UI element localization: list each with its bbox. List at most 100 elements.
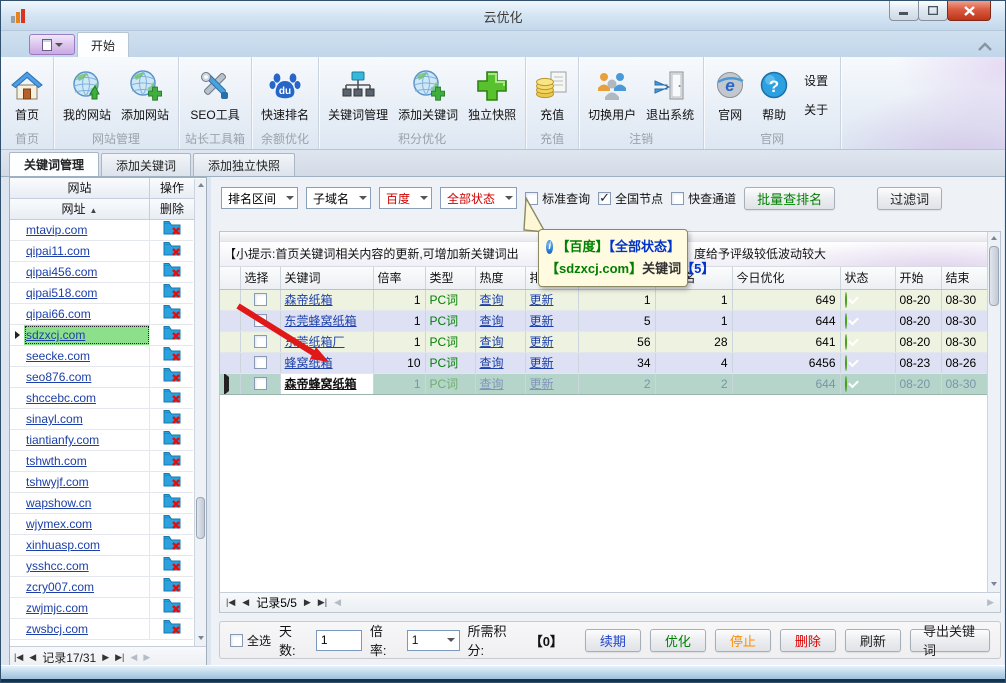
- delete-site-button[interactable]: [150, 283, 193, 303]
- row-checkbox[interactable]: [254, 335, 267, 348]
- ribbon-button-关于[interactable]: 关于: [800, 100, 832, 119]
- column-header-热度[interactable]: 热度: [475, 267, 525, 289]
- scroll-down-icon[interactable]: [991, 582, 997, 586]
- site-row[interactable]: mtavip.com: [10, 220, 193, 241]
- filter-dropdown-子域名[interactable]: 子域名: [306, 187, 371, 209]
- row-checkbox[interactable]: [254, 293, 267, 306]
- action-button-刷新[interactable]: 刷新: [845, 629, 901, 652]
- action-button-优化[interactable]: 优化: [650, 629, 706, 652]
- collapse-ribbon-chevron-icon[interactable]: [977, 39, 993, 57]
- site-link[interactable]: qipai456.com: [26, 265, 97, 279]
- pager-last-button[interactable]: ▶|: [115, 652, 124, 663]
- keyword-link[interactable]: 蜂窝纸箱: [285, 356, 333, 370]
- operation-column-header[interactable]: 操作: [150, 178, 194, 198]
- keyword-link[interactable]: 东莞蜂窝纸箱: [285, 314, 357, 328]
- keyword-link[interactable]: 东莞纸箱厂: [285, 335, 345, 349]
- hscroll-left-icon[interactable]: ◀: [130, 652, 137, 663]
- delete-site-button[interactable]: [150, 367, 193, 387]
- hscroll-right-icon[interactable]: ▶: [143, 652, 150, 663]
- delete-site-button[interactable]: [150, 598, 193, 618]
- filter-checkbox-快查通道[interactable]: 快查通道: [671, 190, 736, 207]
- site-row[interactable]: seecke.com: [10, 346, 193, 367]
- rank-update-link[interactable]: 更新: [530, 293, 554, 307]
- table-row[interactable]: 东莞蜂窝纸箱1PC词查询更新5164408-2008-30: [220, 310, 987, 331]
- delete-site-button[interactable]: [150, 325, 193, 345]
- pager-last-button[interactable]: ▶|: [318, 597, 327, 608]
- site-link[interactable]: tshwyjf.com: [26, 475, 89, 489]
- ribbon-button-官网[interactable]: e官网: [708, 66, 752, 124]
- action-button-续期[interactable]: 续期: [585, 629, 641, 652]
- heat-query-link[interactable]: 查询: [480, 356, 504, 370]
- row-checkbox[interactable]: [254, 377, 267, 390]
- site-row[interactable]: wjymex.com: [10, 514, 193, 535]
- table-row[interactable]: 蜂窝纸箱10PC词查询更新344645608-2308-26: [220, 352, 987, 373]
- ribbon-tab-start[interactable]: 开始: [77, 32, 129, 57]
- select-all-checkbox[interactable]: 全选: [230, 632, 271, 649]
- ribbon-button-切换用户[interactable]: 切换用户: [583, 66, 641, 124]
- scroll-down-icon[interactable]: [198, 636, 204, 640]
- site-row[interactable]: zwjmjc.com: [10, 598, 193, 619]
- rank-update-link[interactable]: 更新: [530, 314, 554, 328]
- ribbon-button-添加关键词[interactable]: 添加关键词: [393, 66, 463, 124]
- heat-query-link[interactable]: 查询: [480, 314, 504, 328]
- delete-site-button[interactable]: [150, 535, 193, 555]
- site-link[interactable]: shccebc.com: [26, 391, 96, 405]
- keyword-link[interactable]: 森帝纸箱: [285, 293, 333, 307]
- scroll-up-icon[interactable]: [198, 183, 204, 187]
- filter-button-过滤词[interactable]: 过滤词: [877, 187, 942, 210]
- site-link[interactable]: xinhuasp.com: [26, 538, 100, 552]
- pager-next-button[interactable]: ▶: [102, 652, 109, 663]
- ribbon-button-快速排名[interactable]: du快速排名: [256, 66, 314, 124]
- rate-select[interactable]: 1: [407, 630, 460, 651]
- filter-button-批量查排名[interactable]: 批量查排名: [744, 187, 835, 210]
- site-link[interactable]: wapshow.cn: [26, 496, 91, 510]
- maximize-button[interactable]: [918, 1, 948, 21]
- ribbon-button-退出系统[interactable]: 退出系统: [641, 66, 699, 124]
- site-link[interactable]: tiantianfy.com: [26, 433, 99, 447]
- minimize-button[interactable]: [889, 1, 919, 21]
- site-link[interactable]: ysshcc.com: [26, 559, 89, 573]
- delete-site-button[interactable]: [150, 241, 193, 261]
- heat-query-link[interactable]: 查询: [480, 377, 504, 391]
- site-row[interactable]: shccebc.com: [10, 388, 193, 409]
- delete-column-header[interactable]: 删除: [150, 199, 194, 219]
- pager-first-button[interactable]: |◀: [226, 597, 235, 608]
- site-row[interactable]: tiantianfy.com: [10, 430, 193, 451]
- delete-site-button[interactable]: [150, 430, 193, 450]
- filter-checkbox-全国节点[interactable]: 全国节点: [598, 190, 663, 207]
- pager-prev-button[interactable]: ◀: [29, 652, 36, 663]
- delete-site-button[interactable]: [150, 556, 193, 576]
- action-button-删除[interactable]: 删除: [780, 629, 836, 652]
- row-checkbox[interactable]: [254, 314, 267, 327]
- site-row[interactable]: wapshow.cn: [10, 493, 193, 514]
- ribbon-button-添加网站[interactable]: 添加网站: [116, 66, 174, 124]
- column-header-选择[interactable]: 选择: [240, 267, 280, 289]
- table-vscrollbar[interactable]: [987, 232, 1000, 592]
- delete-site-button[interactable]: [150, 346, 193, 366]
- days-input[interactable]: [316, 630, 362, 651]
- site-row[interactable]: qipai11.com: [10, 241, 193, 262]
- ribbon-button-充值[interactable]: 充值: [530, 66, 574, 124]
- site-row[interactable]: qipai66.com: [10, 304, 193, 325]
- table-row[interactable]: 东莞纸箱厂1PC词查询更新562864108-2008-30: [220, 331, 987, 352]
- url-column-header[interactable]: 网址▲: [10, 199, 150, 219]
- site-link[interactable]: qipai11.com: [26, 244, 90, 258]
- pager-prev-button[interactable]: ◀: [242, 597, 249, 608]
- pager-first-button[interactable]: |◀: [14, 652, 23, 663]
- column-header-开始[interactable]: 开始: [895, 267, 941, 289]
- site-link[interactable]: qipai66.com: [26, 307, 91, 321]
- site-link[interactable]: zwjmjc.com: [26, 601, 88, 615]
- rank-update-link[interactable]: 更新: [530, 335, 554, 349]
- filter-dropdown-排名区间[interactable]: 排名区间: [221, 187, 298, 209]
- site-link[interactable]: wjymex.com: [26, 517, 92, 531]
- delete-site-button[interactable]: [150, 304, 193, 324]
- delete-site-button[interactable]: [150, 472, 193, 492]
- site-row[interactable]: qipai518.com: [10, 283, 193, 304]
- page-tab-关键词管理[interactable]: 关键词管理: [9, 152, 99, 176]
- site-row[interactable]: zwsbcj.com: [10, 619, 193, 640]
- site-column-header[interactable]: 网站: [10, 178, 150, 198]
- filter-dropdown-全部状态[interactable]: 全部状态: [440, 187, 517, 209]
- pager-next-button[interactable]: ▶: [304, 597, 311, 608]
- site-link[interactable]: mtavip.com: [26, 223, 87, 237]
- delete-site-button[interactable]: [150, 220, 193, 240]
